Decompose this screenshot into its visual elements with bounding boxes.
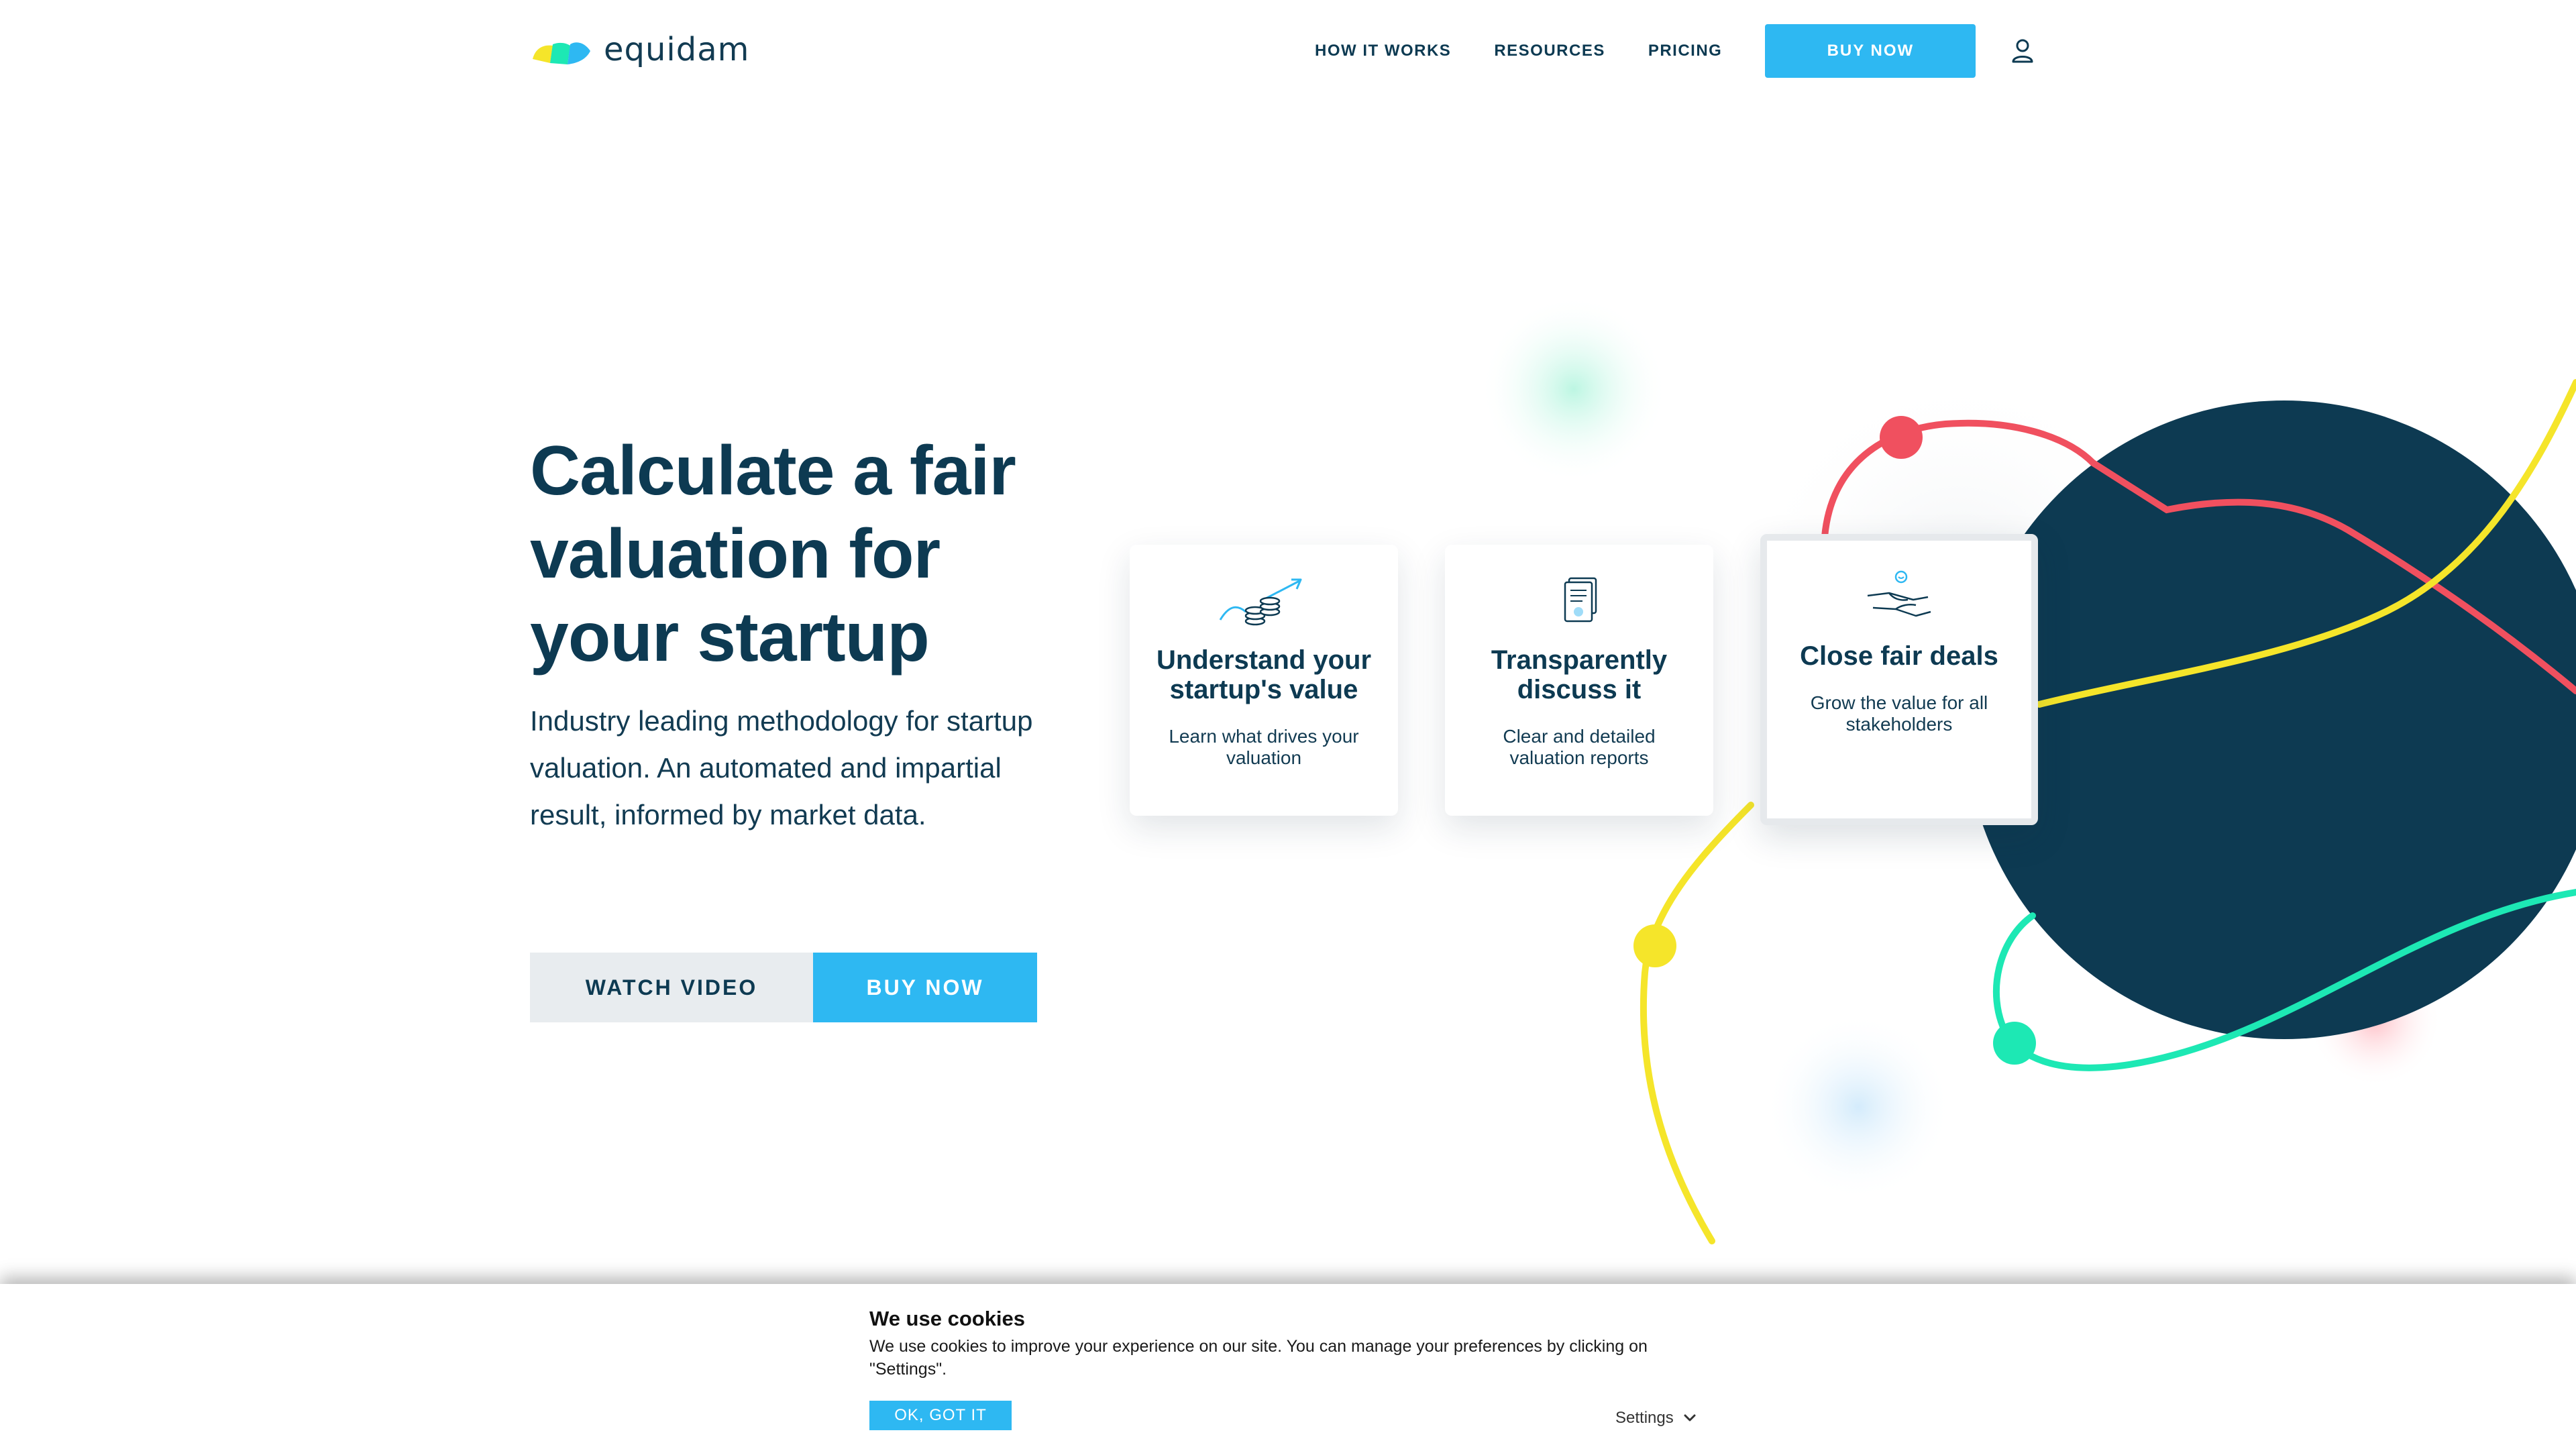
card-text: Learn what drives your valuation: [1169, 726, 1359, 768]
glow-pink: [2308, 953, 2442, 1087]
card-title: Close fair deals: [1800, 641, 1998, 671]
cookie-ok-button[interactable]: OK, GOT IT: [869, 1401, 1012, 1430]
feature-card-understand: Understand your startup's value Learn wh…: [1130, 545, 1398, 816]
yellow-orbit-line: [2036, 379, 2576, 708]
cookie-title: We use cookies: [869, 1307, 1026, 1330]
red-dot: [1880, 416, 1923, 459]
glow-blue: [1764, 1013, 1952, 1201]
chevron-down-icon: [1684, 1414, 1696, 1421]
coins-growth-icon: [1219, 578, 1302, 626]
hero-title: Calculate a fair valuation for your star…: [530, 432, 1016, 676]
feature-card-close-deals: Close fair deals Grow the value for all …: [1760, 534, 2038, 825]
cookie-text: We use cookies to improve your experienc…: [869, 1337, 1648, 1379]
hero-actions: WATCH VIDEO BUY NOW: [530, 953, 1037, 1022]
watch-video-button[interactable]: WATCH VIDEO: [530, 953, 813, 1022]
cookie-banner: We use cookies We use cookies to improve…: [0, 1284, 2576, 1449]
nav-how-it-works[interactable]: HOW IT WORKS: [1315, 42, 1451, 60]
equidam-logo-icon: [533, 42, 590, 64]
main-nav: HOW IT WORKS RESOURCES PRICING BUY NOW: [1315, 24, 2035, 78]
card-title: Understand your startup's value: [1156, 645, 1372, 704]
navy-planet: [1965, 400, 2576, 1039]
card-text: Clear and detailed valuation reports: [1503, 726, 1656, 768]
card-text: Grow the value for all stakeholders: [1810, 692, 1988, 735]
document-report-icon: [1564, 577, 1597, 623]
hero-buy-now-button[interactable]: BUY NOW: [813, 953, 1037, 1022]
nav-pricing[interactable]: PRICING: [1648, 42, 1723, 60]
nav-resources[interactable]: RESOURCES: [1494, 42, 1605, 60]
handshake-icon: [1867, 570, 1931, 617]
brand-name: equidam: [604, 31, 750, 68]
hero-subtitle: Industry leading methodology for startup…: [530, 705, 1033, 830]
user-icon[interactable]: [2010, 38, 2035, 64]
feature-card-discuss: Transparently discuss it Clear and detai…: [1445, 545, 1713, 816]
green-dot: [1993, 1022, 2036, 1065]
cookie-settings-label: Settings: [1615, 1409, 1674, 1427]
yellow-orbit-arc: [1640, 802, 1754, 1244]
cookie-settings-link[interactable]: Settings: [1615, 1409, 1697, 1428]
card-title: Transparently discuss it: [1491, 645, 1668, 704]
green-orbit-line: [1992, 889, 2576, 1071]
nav-buy-now-button[interactable]: BUY NOW: [1765, 24, 1976, 78]
yellow-dot: [1633, 924, 1676, 967]
brand-logo[interactable]: equidam: [530, 30, 749, 70]
glow-green: [1480, 295, 1668, 483]
site-header: equidam HOW IT WORKS RESOURCES PRICING B…: [0, 0, 2576, 107]
